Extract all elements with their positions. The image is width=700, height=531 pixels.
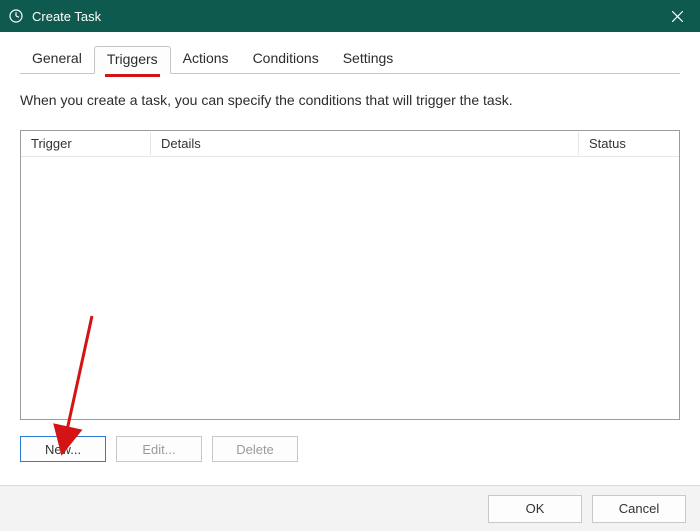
annotation-underline <box>105 74 160 77</box>
row-buttons: New... Edit... Delete <box>20 436 680 462</box>
ok-button[interactable]: OK <box>488 495 582 523</box>
listview-header: Trigger Details Status <box>21 131 679 157</box>
tab-actions[interactable]: Actions <box>171 46 241 74</box>
tab-general[interactable]: General <box>20 46 94 74</box>
column-status[interactable]: Status <box>579 132 679 155</box>
clock-icon <box>8 8 24 24</box>
tab-label: Settings <box>343 50 394 66</box>
listview-rows <box>21 157 679 419</box>
tab-strip: General Triggers Actions Conditions Sett… <box>20 46 680 74</box>
description-text: When you create a task, you can specify … <box>20 92 680 108</box>
tab-triggers[interactable]: Triggers <box>94 46 171 74</box>
tab-label: Triggers <box>107 51 158 67</box>
new-button[interactable]: New... <box>20 436 106 462</box>
tab-label: Actions <box>183 50 229 66</box>
tab-conditions[interactable]: Conditions <box>241 46 331 74</box>
titlebar: Create Task <box>0 0 700 32</box>
column-label: Status <box>589 136 626 151</box>
column-label: Details <box>161 136 201 151</box>
delete-button[interactable]: Delete <box>212 436 298 462</box>
tab-label: Conditions <box>253 50 319 66</box>
triggers-listview[interactable]: Trigger Details Status <box>20 130 680 420</box>
tab-label: General <box>32 50 82 66</box>
tab-body: When you create a task, you can specify … <box>20 73 680 462</box>
cancel-button[interactable]: Cancel <box>592 495 686 523</box>
dialog-footer: OK Cancel <box>0 485 700 531</box>
column-label: Trigger <box>31 136 72 151</box>
close-button[interactable] <box>654 0 700 32</box>
edit-button[interactable]: Edit... <box>116 436 202 462</box>
column-trigger[interactable]: Trigger <box>21 132 151 155</box>
window-title: Create Task <box>32 9 654 24</box>
tab-settings[interactable]: Settings <box>331 46 406 74</box>
column-details[interactable]: Details <box>151 132 579 155</box>
dialog-content: General Triggers Actions Conditions Sett… <box>0 32 700 462</box>
